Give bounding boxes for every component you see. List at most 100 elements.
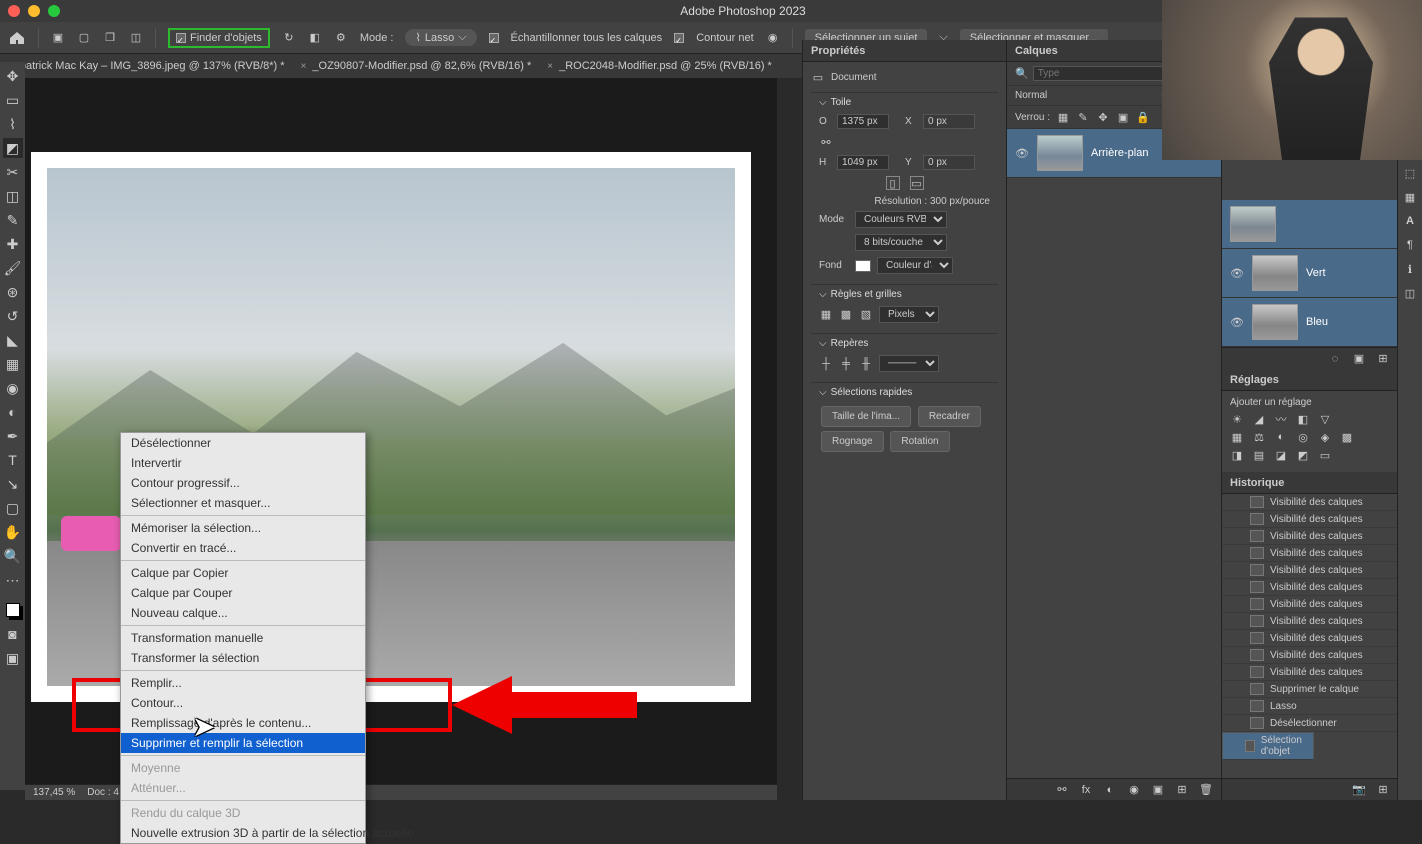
finder-objects-toggle[interactable]: Finder d'objets [168,28,270,48]
context-menu-item[interactable]: Mémoriser la sélection... [121,518,365,538]
context-menu-item[interactable]: Supprimer et remplir la sélection [121,733,365,753]
history-item[interactable]: Visibilité des calques [1222,647,1422,664]
ruler-icon[interactable]: ▦ [819,308,833,322]
context-menu-item[interactable]: Remplissage d'après le contenu... [121,713,365,733]
lasso-tool[interactable]: ⌇ [3,114,23,134]
marquee-tool[interactable]: ▭ [3,90,23,110]
layer-thumbnail[interactable] [1037,135,1083,171]
save-icon[interactable]: ▣ [51,31,65,45]
guide-add-icon[interactable]: ┼ [819,357,833,371]
visibility-toggle-icon[interactable]: 👁 [1015,146,1029,160]
bg-color-swatch[interactable] [855,260,871,272]
other-panel-icon[interactable]: ◫ [1403,286,1417,300]
doc-info[interactable]: Doc : 4 [87,787,119,798]
height-input[interactable] [837,155,889,170]
type-panel-icon[interactable]: A [1403,214,1417,228]
link-layers-icon[interactable]: ⚯ [1055,783,1069,797]
toile-section-toggle[interactable]: ⌵ Toile [819,97,990,108]
color-panel-icon[interactable]: ⬚ [1403,166,1417,180]
history-item[interactable]: Visibilité des calques [1222,579,1422,596]
trash-icon[interactable]: 🗑 [1199,783,1213,797]
home-icon[interactable] [8,29,26,47]
posterize-icon[interactable]: ▤ [1252,448,1266,462]
overlay-icon[interactable]: ◧ [308,31,322,45]
dodge-tool[interactable]: ◐ [3,402,23,422]
info-panel-icon[interactable]: ℹ [1403,262,1417,276]
channel-row-composite[interactable] [1222,200,1422,249]
minimize-window-button[interactable] [28,5,40,17]
object-select-tool[interactable]: ◩ [3,138,23,158]
channel-mixer-icon[interactable]: ◈ [1318,430,1332,444]
history-header[interactable]: Historique [1222,472,1422,494]
photo-filter-icon[interactable]: ◎ [1296,430,1310,444]
history-item[interactable]: Visibilité des calques [1222,528,1422,545]
context-menu-item[interactable]: Intervertir [121,453,365,473]
context-menu-item[interactable]: Calque par Copier [121,563,365,583]
quick-mask-toggle[interactable]: ◙ [3,624,23,644]
width-input[interactable] [837,114,889,129]
pen-tool[interactable]: ✒ [3,426,23,446]
screen-mode-toggle[interactable]: ▣ [3,648,23,668]
context-menu-item[interactable]: Désélectionner [121,433,365,453]
channel-row-bleu[interactable]: 👁 Bleu ⌘5 [1222,298,1422,347]
selective-color-icon[interactable]: ◩ [1296,448,1310,462]
new-channel-icon[interactable]: ⊞ [1376,352,1390,366]
eyedropper-tool[interactable]: ✎ [3,210,23,230]
history-item[interactable]: Visibilité des calques [1222,545,1422,562]
history-item[interactable]: Visibilité des calques [1222,596,1422,613]
mode-dropdown[interactable]: ⌇ Lasso ⌵ [405,29,476,46]
ruler-unit-select[interactable]: Pixels [879,306,939,323]
lock-transparent-icon[interactable]: ▦ [1056,110,1070,124]
bg-color-select[interactable]: Couleur d'arrière... [877,257,953,274]
context-menu-item[interactable]: Calque par Couper [121,583,365,603]
history-item[interactable]: Sélection d'objet [1222,732,1314,760]
history-item[interactable]: Visibilité des calques [1222,562,1422,579]
grid2-icon[interactable]: ▧ [859,308,873,322]
trim-button[interactable]: Rognage [821,431,884,452]
context-menu-item[interactable]: Transformation manuelle [121,628,365,648]
blend-mode-select[interactable]: Normal [1015,90,1155,101]
swatches-panel-icon[interactable]: ▦ [1403,190,1417,204]
new-layer-icon[interactable]: ⊞ [1175,783,1189,797]
history-item[interactable]: Visibilité des calques [1222,630,1422,647]
refresh-icon[interactable]: ↻ [282,31,296,45]
heal-tool[interactable]: ✚ [3,234,23,254]
lock-artboard-icon[interactable]: ▣ [1116,110,1130,124]
color-swatch[interactable] [3,600,23,620]
layer-fx-icon[interactable]: fx [1079,783,1093,797]
link-icon[interactable]: ⚯ [819,135,833,149]
hard-edge-checkbox[interactable] [674,33,684,43]
lock-paint-icon[interactable]: ✎ [1076,110,1090,124]
frame-tool[interactable]: ◫ [3,186,23,206]
color-balance-icon[interactable]: ⚖ [1252,430,1266,444]
close-icon[interactable]: × [301,61,307,72]
rotation-button[interactable]: Rotation [890,431,949,452]
channel-row-vert[interactable]: 👁 Vert ⌘4 [1222,249,1422,298]
guide-style-select[interactable]: ──── [879,355,939,372]
history-item[interactable]: Visibilité des calques [1222,494,1422,511]
grid-icon[interactable]: ▩ [839,308,853,322]
paste-icon[interactable]: ◫ [129,31,143,45]
history-item[interactable]: Visibilité des calques [1222,511,1422,528]
move-tool[interactable]: ✥ [3,66,23,86]
recrop-button[interactable]: Recadrer [918,406,981,427]
history-item[interactable]: Visibilité des calques [1222,664,1422,681]
y-input[interactable] [923,155,975,170]
context-menu-item[interactable]: Convertir en tracé... [121,538,365,558]
tab-doc-3[interactable]: ×_ROC2048-Modifier.psd @ 25% (RVB/16) * [547,60,772,72]
history-item[interactable]: Lasso [1222,698,1422,715]
brush-tool[interactable]: 🖌 [3,258,23,278]
levels-icon[interactable]: ◢ [1252,412,1266,426]
color-lookup-icon[interactable]: ▩ [1340,430,1354,444]
history-item[interactable]: Visibilité des calques [1222,613,1422,630]
layer-filter-input[interactable] [1033,66,1175,81]
image-size-button[interactable]: Taille de l'ima... [821,406,911,427]
shape-tool[interactable]: ▢ [3,498,23,518]
eraser-tool[interactable]: ◣ [3,330,23,350]
gradient-tool[interactable]: ▦ [3,354,23,374]
load-selection-icon[interactable]: ◌ [1328,352,1342,366]
new-fill-icon[interactable]: ◉ [1127,783,1141,797]
context-menu-item[interactable]: Transformer la sélection [121,648,365,668]
brightness-icon[interactable]: ☀ [1230,412,1244,426]
save-selection-icon[interactable]: ▣ [1352,352,1366,366]
